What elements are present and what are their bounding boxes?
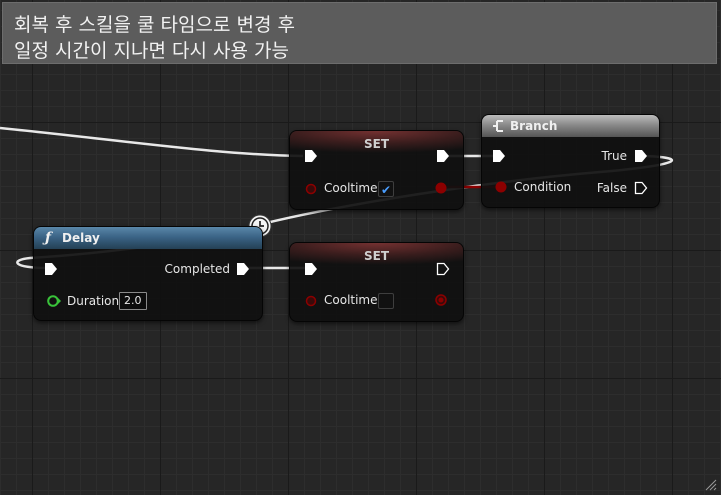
exec-in-pin[interactable] (304, 149, 318, 163)
set-node-cooltime-false[interactable]: SET Cooltime (289, 242, 464, 322)
exec-in-pin[interactable] (304, 262, 318, 276)
exec-wire-entry (0, 126, 304, 158)
branch-node[interactable]: Branch Condition True False (481, 114, 660, 208)
exec-in-pin[interactable] (44, 262, 58, 276)
bool-out-pin[interactable] (434, 181, 448, 195)
true-label: True (601, 149, 628, 163)
completed-exec-pin[interactable] (236, 262, 250, 276)
cooltime-checkbox[interactable] (378, 293, 394, 309)
delay-node-header: ƒ Delay (34, 227, 262, 249)
exec-in-pin[interactable] (492, 149, 506, 163)
branch-icon (493, 120, 503, 132)
condition-label: Condition (514, 180, 572, 194)
cooltime-label: Cooltime (324, 293, 378, 307)
true-exec-pin[interactable] (634, 149, 648, 163)
bool-out-pin[interactable] (434, 293, 448, 307)
completed-label: Completed (164, 262, 230, 276)
exec-out-pin[interactable] (436, 262, 450, 276)
duration-input[interactable]: 2.0 (119, 292, 147, 310)
duration-pin[interactable] (46, 294, 62, 308)
bool-in-pin[interactable] (305, 183, 317, 195)
delay-node[interactable]: ƒ Delay Completed Duration 2.0 (33, 226, 263, 321)
bool-in-pin[interactable] (305, 295, 317, 307)
cooltime-label: Cooltime (324, 181, 378, 195)
false-label: False (596, 181, 627, 195)
false-exec-pin[interactable] (634, 181, 648, 195)
branch-node-header: Branch (482, 115, 659, 137)
check-icon: ✔ (381, 183, 392, 197)
exec-out-pin[interactable] (436, 149, 450, 163)
branch-node-title: Branch (510, 119, 558, 133)
condition-pin[interactable] (494, 180, 508, 194)
function-icon: ƒ (45, 230, 52, 246)
duration-label: Duration (67, 294, 120, 308)
delay-node-title: Delay (62, 231, 100, 245)
set-node-cooltime-true[interactable]: SET Cooltime ✔ (289, 130, 464, 210)
cooltime-checkbox[interactable]: ✔ (378, 181, 394, 197)
resize-grip-icon[interactable] (705, 479, 717, 491)
